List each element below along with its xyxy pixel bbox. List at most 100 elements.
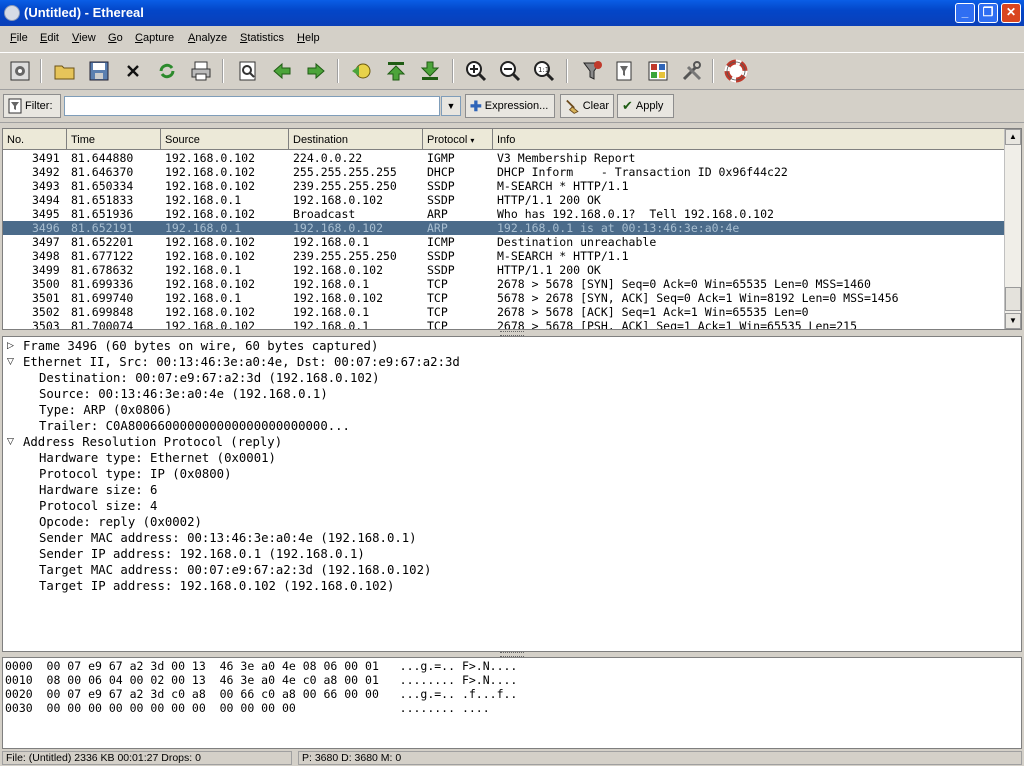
cell-src: 192.168.0.102: [165, 207, 256, 221]
clear-button[interactable]: Clear: [560, 94, 614, 118]
filter-button[interactable]: Filter:: [3, 94, 61, 118]
hex-line[interactable]: 0020 00 07 e9 67 a2 3d c0 a8 00 66 c0 a8…: [5, 687, 517, 701]
zoom-out-icon[interactable]: [498, 59, 522, 83]
tree-item[interactable]: Address Resolution Protocol (reply): [23, 434, 282, 450]
display-filters-icon[interactable]: [612, 59, 636, 83]
filter-dropdown-button[interactable]: ▼: [441, 96, 461, 116]
go-back-icon[interactable]: [270, 59, 294, 83]
cell-info: 5678 > 2678 [SYN, ACK] Seq=0 Ack=1 Win=8…: [497, 291, 899, 305]
title-bar: (Untitled) - Ethereal _ ❐ ✕: [0, 0, 1024, 26]
table-row[interactable]: 3491 81.644880 192.168.0.102 224.0.0.22 IGMP…: [3, 151, 1007, 165]
tree-item[interactable]: Sender MAC address: 00:13:46:3e:a0:4e (1…: [39, 530, 417, 546]
tree-item[interactable]: Source: 00:13:46:3e:a0:4e (192.168.0.1): [39, 386, 328, 402]
restore-button[interactable]: ❐: [978, 3, 998, 23]
expression-button[interactable]: ✚ Expression...: [465, 94, 555, 118]
table-row[interactable]: 3500 81.699336 192.168.0.102 192.168.0.1 TCP…: [3, 277, 1007, 291]
menu-file[interactable]: File: [10, 32, 28, 44]
column-source[interactable]: Source: [161, 129, 289, 150]
capture-filters-icon[interactable]: [580, 59, 604, 83]
tree-item[interactable]: Hardware size: 6: [39, 482, 157, 498]
column-no[interactable]: No.: [3, 129, 67, 150]
tree-item[interactable]: Ethernet II, Src: 00:13:46:3e:a0:4e, Dst…: [23, 354, 460, 370]
cell-dst: 239.255.255.250: [293, 179, 397, 193]
table-row[interactable]: 3503 81.700074 192.168.0.102 192.168.0.1 TCP…: [3, 319, 1007, 330]
close-file-icon[interactable]: [121, 59, 145, 83]
scroll-thumb[interactable]: [1005, 287, 1021, 311]
hex-line[interactable]: 0000 00 07 e9 67 a2 3d 00 13 46 3e a0 4e…: [5, 659, 517, 673]
menu-go[interactable]: Go: [108, 32, 123, 44]
packet-details-tree: ▷ Frame 3496 (60 bytes on wire, 60 bytes …: [2, 336, 1022, 652]
cell-proto: TCP: [427, 319, 448, 330]
minimize-button[interactable]: _: [955, 3, 975, 23]
preferences-icon[interactable]: [680, 59, 704, 83]
tree-item[interactable]: Trailer: C0A800660000000000000000000000.…: [39, 418, 350, 434]
print-icon[interactable]: [189, 59, 213, 83]
hex-line[interactable]: 0010 08 00 06 04 00 02 00 13 46 3e a0 4e…: [5, 673, 517, 687]
tree-item[interactable]: Type: ARP (0x0806): [39, 402, 172, 418]
apply-button[interactable]: ✔ Apply: [617, 94, 674, 118]
cell-no: 3491: [32, 151, 60, 165]
filter-input[interactable]: [64, 96, 440, 116]
table-row[interactable]: 3492 81.646370 192.168.0.102 255.255.255.25…: [3, 165, 1007, 179]
table-row[interactable]: 3497 81.652201 192.168.0.102 192.168.0.1 ICM…: [3, 235, 1007, 249]
cell-no: 3501: [32, 291, 60, 305]
help-icon[interactable]: [724, 59, 748, 83]
tree-item[interactable]: Protocol size: 4: [39, 498, 157, 514]
find-packet-icon[interactable]: [236, 59, 260, 83]
capture-options-icon[interactable]: [8, 59, 32, 83]
tree-item[interactable]: Destination: 00:07:e9:67:a2:3d (192.168.…: [39, 370, 380, 386]
tree-item[interactable]: Sender IP address: 192.168.0.1 (192.168.…: [39, 546, 365, 562]
menu-edit[interactable]: Edit: [40, 32, 59, 44]
go-last-icon[interactable]: [418, 59, 442, 83]
table-row[interactable]: 3498 81.677122 192.168.0.102 239.255.255.25…: [3, 249, 1007, 263]
menu-help[interactable]: Help: [297, 32, 320, 44]
reload-icon[interactable]: [155, 59, 179, 83]
tree-item[interactable]: Target MAC address: 00:07:e9:67:a2:3d (1…: [39, 562, 431, 578]
tree-item[interactable]: Protocol type: IP (0x0800): [39, 466, 232, 482]
cell-proto: ICMP: [427, 235, 455, 249]
menu-statistics[interactable]: Statistics: [240, 32, 284, 44]
filter-label: Filter:: [25, 100, 53, 112]
tree-item[interactable]: Hardware type: Ethernet (0x0001): [39, 450, 276, 466]
packet-rows: 3491 81.644880 192.168.0.102 224.0.0.22 IGMP…: [3, 151, 1007, 330]
menu-view[interactable]: View: [72, 32, 96, 44]
cell-info: M-SEARCH * HTTP/1.1: [497, 249, 629, 263]
coloring-rules-icon[interactable]: [646, 59, 670, 83]
menu-capture[interactable]: Capture: [135, 32, 174, 44]
table-row-selected[interactable]: 3496 81.652191 192.168.0.1 192.168.0.102 ARP…: [3, 221, 1007, 235]
go-forward-icon[interactable]: [304, 59, 328, 83]
status-bar: File: (Untitled) 2336 KB 00:01:27 Drops:…: [0, 750, 1024, 766]
cell-no: 3492: [32, 165, 60, 179]
table-row[interactable]: 3494 81.651833 192.168.0.1 192.168.0.102 SSD…: [3, 193, 1007, 207]
tree-item[interactable]: Target IP address: 192.168.0.102 (192.16…: [39, 578, 394, 594]
column-time[interactable]: Time: [67, 129, 161, 150]
table-row[interactable]: 3501 81.699740 192.168.0.1 192.168.0.102 TCP…: [3, 291, 1007, 305]
tree-expand-icon[interactable]: ▷: [7, 341, 14, 351]
cell-dst: 239.255.255.250: [293, 249, 397, 263]
tree-item[interactable]: Opcode: reply (0x0002): [39, 514, 202, 530]
close-button[interactable]: ✕: [1001, 3, 1021, 23]
tree-collapse-icon[interactable]: ▽: [7, 437, 14, 447]
column-info[interactable]: Info: [493, 129, 1007, 150]
hex-line[interactable]: 0030 00 00 00 00 00 00 00 00 00 00 00 00…: [5, 701, 490, 715]
zoom-normal-icon[interactable]: 1:1: [532, 59, 556, 83]
table-row[interactable]: 3499 81.678632 192.168.0.1 192.168.0.102 SSD…: [3, 263, 1007, 277]
column-protocol[interactable]: Protocol ▾: [423, 129, 493, 150]
zoom-in-icon[interactable]: [464, 59, 488, 83]
column-destination[interactable]: Destination: [289, 129, 423, 150]
packet-list-scrollbar[interactable]: ▲ ▼: [1004, 129, 1021, 329]
menu-analyze[interactable]: Analyze: [188, 32, 227, 44]
tree-collapse-icon[interactable]: ▽: [7, 357, 14, 367]
go-to-packet-icon[interactable]: [350, 59, 374, 83]
cell-info: HTTP/1.1 200 OK: [497, 193, 601, 207]
table-row[interactable]: 3495 81.651936 192.168.0.102 Broadcast ARP Wh…: [3, 207, 1007, 221]
scroll-down-button[interactable]: ▼: [1005, 313, 1021, 329]
save-icon[interactable]: [87, 59, 111, 83]
tree-item[interactable]: Frame 3496 (60 bytes on wire, 60 bytes c…: [23, 338, 378, 354]
table-row[interactable]: 3502 81.699848 192.168.0.102 192.168.0.1 TCP…: [3, 305, 1007, 319]
open-icon[interactable]: [53, 59, 77, 83]
table-row[interactable]: 3493 81.650334 192.168.0.102 239.255.255.25…: [3, 179, 1007, 193]
go-first-icon[interactable]: [384, 59, 408, 83]
cell-info: HTTP/1.1 200 OK: [497, 263, 601, 277]
scroll-up-button[interactable]: ▲: [1005, 129, 1021, 145]
